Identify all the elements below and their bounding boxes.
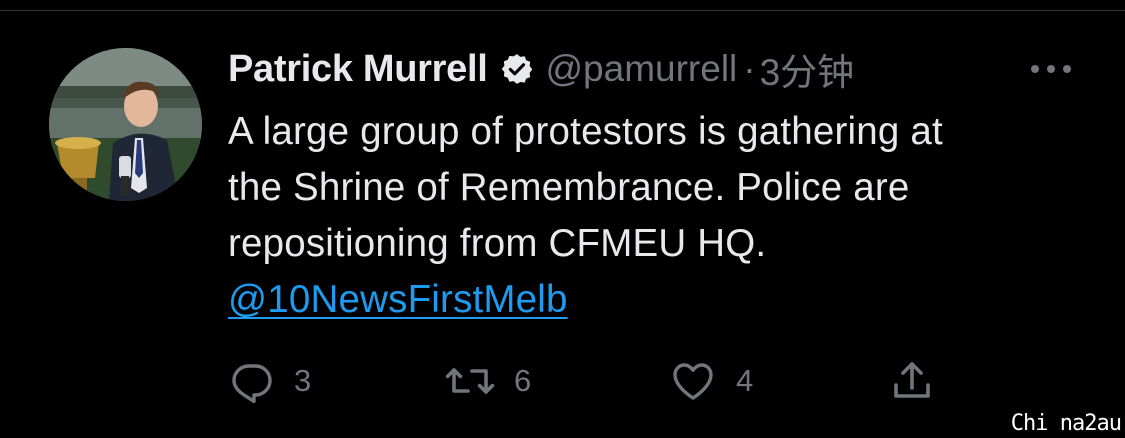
tweet-card[interactable]: Patrick Murrell @pamurrell · 3分钟 A large… <box>0 0 1125 438</box>
divider <box>0 10 1125 11</box>
author-handle[interactable]: @pamurrell <box>546 48 738 90</box>
reply-button[interactable]: 3 <box>228 356 311 406</box>
tweet-text: A large group of protestors is gathering… <box>228 104 1088 328</box>
author-name[interactable]: Patrick Murrell <box>228 48 488 91</box>
reply-count: 3 <box>294 363 312 398</box>
retweet-count: 6 <box>514 363 532 398</box>
tweet-header: Patrick Murrell @pamurrell · 3分钟 <box>228 44 854 94</box>
avatar[interactable] <box>49 48 202 201</box>
verified-badge-icon <box>500 52 534 86</box>
share-button[interactable] <box>888 356 936 406</box>
mention-link[interactable]: @10NewsFirstMelb <box>228 278 568 321</box>
more-options-icon[interactable] <box>1026 54 1076 84</box>
tweet-text-line: repositioning from CFMEU HQ. <box>228 222 767 265</box>
watermark: Chi na2au <box>1010 411 1122 436</box>
reply-icon <box>232 364 272 404</box>
heart-icon <box>673 363 713 400</box>
tweet-text-line: the Shrine of Remembrance. Police are <box>228 166 910 209</box>
timestamp[interactable]: 3分钟 <box>760 42 855 96</box>
share-icon <box>894 362 930 398</box>
retweet-button[interactable]: 6 <box>444 356 531 406</box>
retweet-icon <box>445 368 495 394</box>
tweet-text-line: A large group of protestors is gathering… <box>228 110 943 153</box>
like-count: 4 <box>736 363 754 398</box>
separator: · <box>743 48 756 89</box>
like-button[interactable]: 4 <box>668 356 753 406</box>
